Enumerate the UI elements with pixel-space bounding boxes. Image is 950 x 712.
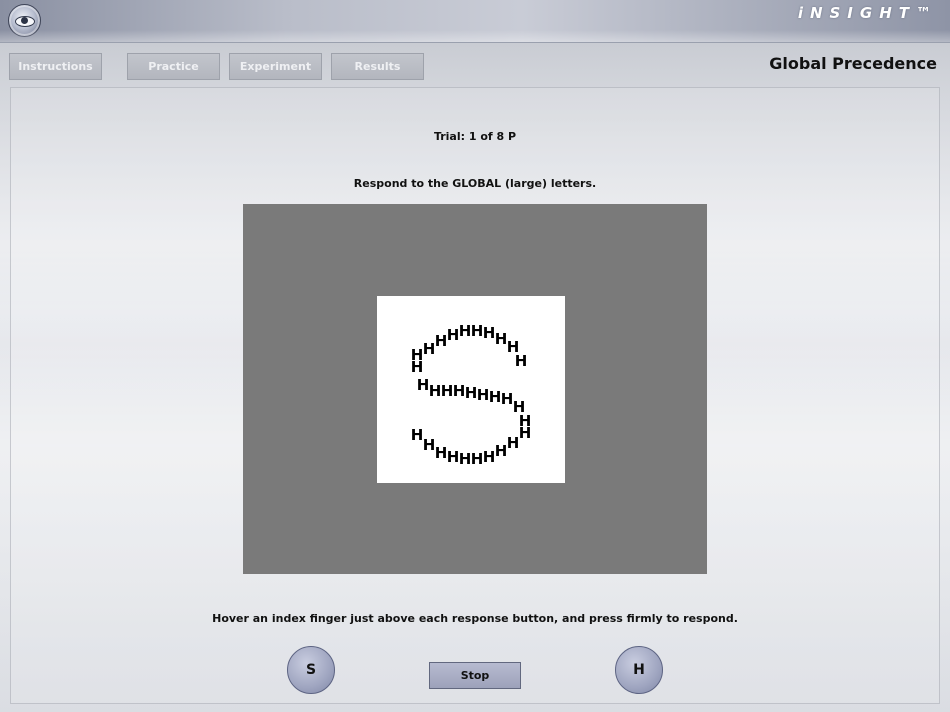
local-letter: H [447,448,460,466]
local-letter: H [423,436,436,454]
local-letter: H [483,324,496,342]
local-letter: H [447,326,460,344]
local-letter: H [483,448,496,466]
task-instruction: Respond to the GLOBAL (large) letters. [353,177,597,190]
local-letter: H [423,340,436,358]
local-letter: H [435,332,448,350]
tab-results[interactable]: Results [331,53,424,80]
local-letter: H [489,388,502,406]
local-letter: H [429,382,442,400]
local-letter: H [515,352,528,370]
response-hint: Hover an index finger just above each re… [212,612,738,625]
local-letter: H [459,322,472,340]
local-letter: H [411,426,424,444]
local-letter: H [465,384,478,402]
eye-logo-icon[interactable] [8,4,41,37]
response-button-s[interactable]: S [287,646,335,694]
local-letter: H [471,450,484,468]
trial-counter: Trial: 1 of 8 P [433,130,517,143]
local-letter: H [435,444,448,462]
tab-experiment[interactable]: Experiment [229,53,322,80]
brand-logo: iNSIGHT™ [797,4,938,22]
local-letter: H [411,358,424,376]
navon-figure: HHH H H H H H H HHH H H H H H H H HHHHH H H H H H H H [411,322,532,468]
local-letter: H [501,390,514,408]
local-letter: H [459,450,472,468]
local-letter: H [417,376,430,394]
stimulus-card: HHHHHHHHHHHHHHHHHHHHHHHHHHHHHHH [377,296,565,483]
local-letter: H [477,386,490,404]
local-letter: H [495,330,508,348]
tab-practice[interactable]: Practice [127,53,220,80]
local-letter: H [471,322,484,340]
response-button-h[interactable]: H [615,646,663,694]
local-letter: H [453,382,466,400]
local-letter: H [519,424,532,442]
page-title: Global Precedence [769,54,937,73]
local-letter: H [441,382,454,400]
local-letter: H [507,434,520,452]
stop-button[interactable]: Stop [429,662,521,689]
title-bar: iNSIGHT™ [0,0,950,43]
local-letter: H [495,442,508,460]
tab-instructions[interactable]: Instructions [9,53,102,80]
